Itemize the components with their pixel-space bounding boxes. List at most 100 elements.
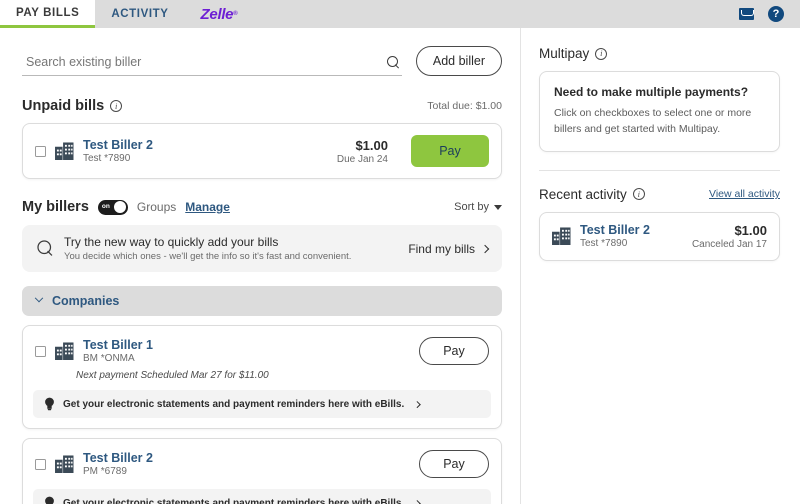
lightbulb-icon xyxy=(45,496,54,504)
zelle-trademark: ® xyxy=(233,11,238,17)
manage-link[interactable]: Manage xyxy=(185,200,230,214)
groups-toggle[interactable]: on xyxy=(97,199,128,215)
building-icon xyxy=(552,227,571,246)
find-my-bills-label: Find my bills xyxy=(408,241,475,256)
biller-row[interactable]: Test Biller 2 PM *6789 Pay xyxy=(23,439,501,489)
main-content-column: Add biller Unpaid bills i Total due: $1.… xyxy=(0,28,520,504)
view-all-activity-link[interactable]: View all activity xyxy=(709,188,780,200)
help-icon[interactable]: ? xyxy=(768,6,784,22)
recent-activity-texts: Test Biller 2 Test *7890 xyxy=(580,223,650,249)
top-navigation-bar: PAY BILLS ACTIVITY Zelle ® ? xyxy=(0,0,800,28)
promo-texts: Try the new way to quickly add your bill… xyxy=(64,235,351,262)
multipay-card-body: Click on checkboxes to select one or mor… xyxy=(554,107,752,136)
info-icon-multipay[interactable]: i xyxy=(595,47,608,60)
promo-title: Try the new way to quickly add your bill… xyxy=(64,235,279,249)
sidebar-column: Multipay i Need to make multiple payment… xyxy=(520,28,800,504)
multipay-card: Need to make multiple payments? Click on… xyxy=(539,71,780,152)
unpaid-biller-texts: Test Biller 2 Test *7890 xyxy=(83,138,153,164)
ebills-promo-text: Get your electronic statements and payme… xyxy=(63,497,405,504)
biller-checkbox[interactable] xyxy=(35,345,46,357)
ebills-promo-row[interactable]: Get your electronic statements and payme… xyxy=(33,489,491,504)
search-icon-promo xyxy=(37,240,53,256)
unpaid-biller-account: Test *7890 xyxy=(83,153,131,164)
group-header-companies[interactable]: Companies xyxy=(22,286,502,316)
unpaid-bills-title: Unpaid bills xyxy=(22,98,105,114)
search-input[interactable] xyxy=(26,55,387,69)
multipay-title: Multipay xyxy=(539,46,590,61)
unpaid-biller-name[interactable]: Test Biller 2 xyxy=(83,138,153,152)
tab-pay-bills-label: PAY BILLS xyxy=(16,6,80,19)
scheduled-payment-note: Next payment Scheduled Mar 27 for $11.00 xyxy=(76,370,269,381)
group-title-companies: Companies xyxy=(52,294,120,308)
chevron-right-icon-ebills xyxy=(414,400,421,408)
biller-row[interactable]: Test Biller 1 BM *ONMA Pay xyxy=(23,326,501,376)
recent-activity-header: Recent activity i View all activity xyxy=(539,187,780,202)
unpaid-bill-checkbox[interactable] xyxy=(35,145,46,157)
chevron-right-icon-ebills xyxy=(414,499,421,504)
unpaid-amount-block: $1.00 Due Jan 24 xyxy=(337,138,388,165)
recent-activity-status: Canceled Jan 17 xyxy=(691,238,767,250)
ebills-promo-row[interactable]: Get your electronic statements and payme… xyxy=(33,390,491,418)
recent-activity-row: Test Biller 2 Test *7890 $1.00 Canceled … xyxy=(552,223,767,250)
multipay-card-title: Need to make multiple payments? xyxy=(554,85,749,99)
biller-checkbox[interactable] xyxy=(35,458,46,470)
sort-by-dropdown[interactable]: Sort by xyxy=(454,201,502,213)
groups-label: Groups xyxy=(136,200,177,214)
biller-account: PM *6789 xyxy=(83,466,127,477)
pay-button[interactable]: Pay xyxy=(419,450,489,478)
add-biller-button[interactable]: Add biller xyxy=(415,46,502,76)
page-body: Add biller Unpaid bills i Total due: $1.… xyxy=(0,28,800,504)
unpaid-bills-total-due: Total due: $1.00 xyxy=(427,100,502,112)
recent-activity-card[interactable]: Test Biller 2 Test *7890 $1.00 Canceled … xyxy=(539,211,780,261)
building-icon xyxy=(55,142,74,160)
biller-card-test-biller-2: Test Biller 2 PM *6789 Pay Get your elec… xyxy=(22,438,502,504)
biller-texts: Test Biller 1 BM *ONMA xyxy=(83,338,153,364)
topbar-actions: ? xyxy=(739,0,800,28)
zelle-logo[interactable]: Zelle ® xyxy=(185,0,254,28)
pay-button-unpaid[interactable]: Pay xyxy=(411,135,489,167)
unpaid-bill-card: Test Biller 2 Test *7890 $1.00 Due Jan 2… xyxy=(22,123,502,179)
tab-activity[interactable]: ACTIVITY xyxy=(95,0,184,28)
sort-by-label: Sort by xyxy=(454,201,489,213)
info-icon-unpaid-bills[interactable]: i xyxy=(110,100,123,112)
chevron-down-icon-companies xyxy=(34,293,44,303)
search-row: Add biller xyxy=(22,46,502,76)
tab-pay-bills[interactable]: PAY BILLS xyxy=(0,0,96,28)
envelope-icon[interactable] xyxy=(739,8,754,20)
unpaid-bill-row[interactable]: Test Biller 2 Test *7890 $1.00 Due Jan 2… xyxy=(23,124,501,178)
groups-toggle-state: on xyxy=(101,202,110,210)
chevron-down-icon xyxy=(494,204,502,210)
recent-activity-amount-block: $1.00 Canceled Jan 17 xyxy=(692,223,767,250)
ebills-promo-text: Get your electronic statements and payme… xyxy=(63,398,405,410)
building-icon xyxy=(55,342,74,360)
search-field-wrapper xyxy=(22,55,402,76)
lightbulb-icon xyxy=(45,397,54,411)
tab-activity-label: ACTIVITY xyxy=(111,8,169,20)
unpaid-amount: $1.00 xyxy=(355,137,388,153)
recent-activity-biller-name[interactable]: Test Biller 2 xyxy=(580,223,650,237)
find-my-bills-cta[interactable]: Find my bills xyxy=(408,241,490,256)
info-icon-recent-activity[interactable]: i xyxy=(632,188,645,201)
biller-name[interactable]: Test Biller 1 xyxy=(83,338,153,352)
biller-account: BM *ONMA xyxy=(83,353,135,364)
recent-activity-title: Recent activity xyxy=(539,186,627,202)
my-billers-header: My billers on Groups Manage Sort by xyxy=(22,199,502,215)
my-billers-title: My billers xyxy=(22,199,89,215)
pay-button[interactable]: Pay xyxy=(419,337,489,365)
zelle-logo-label: Zelle xyxy=(200,5,234,23)
unpaid-due-date: Due Jan 24 xyxy=(336,153,388,165)
biller-card-test-biller-1: Test Biller 1 BM *ONMA Pay Next payment … xyxy=(22,325,502,429)
biller-name[interactable]: Test Biller 2 xyxy=(83,451,153,465)
recent-activity-amount: $1.00 xyxy=(734,222,767,238)
search-icon[interactable] xyxy=(386,55,400,69)
groups-toggle-knob xyxy=(114,201,127,213)
building-icon xyxy=(55,455,74,473)
chevron-right-icon xyxy=(480,244,490,253)
recent-activity-account: Test *7890 xyxy=(580,238,628,250)
find-my-bills-promo[interactable]: Try the new way to quickly add your bill… xyxy=(22,225,502,272)
unpaid-bills-header: Unpaid bills i Total due: $1.00 xyxy=(22,98,502,114)
multipay-header: Multipay i xyxy=(539,46,780,61)
promo-subtitle: You decide which ones - we'll get the in… xyxy=(64,251,352,262)
help-icon-glyph: ? xyxy=(772,7,780,20)
sidebar-divider xyxy=(539,169,780,171)
